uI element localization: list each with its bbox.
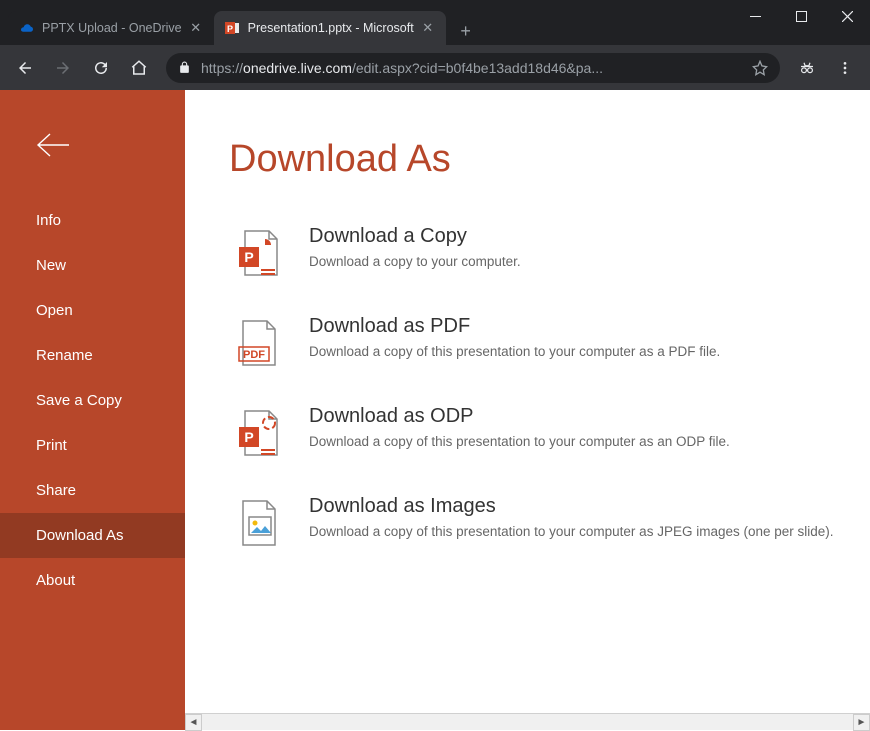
horizontal-scrollbar[interactable]: ◄ ► — [185, 713, 870, 730]
powerpoint-file-icon: P — [229, 225, 285, 281]
close-window-button[interactable] — [824, 0, 870, 32]
file-menu-sidebar: Info New Open Rename Save a Copy Print S… — [0, 90, 185, 730]
sidebar-item-rename[interactable]: Rename — [0, 333, 185, 378]
bookmark-star-icon[interactable] — [752, 60, 768, 76]
option-desc: Download a copy of this presentation to … — [309, 343, 720, 362]
image-file-icon — [229, 495, 285, 551]
incognito-icon[interactable] — [790, 51, 824, 85]
option-text: Download a Copy Download a copy to your … — [309, 225, 521, 272]
address-bar[interactable]: https://onedrive.live.com/edit.aspx?cid=… — [166, 53, 780, 83]
powerpoint-icon: P — [224, 20, 240, 36]
browser-toolbar: https://onedrive.live.com/edit.aspx?cid=… — [0, 45, 870, 90]
tab-title: Presentation1.pptx - Microsoft — [248, 21, 414, 35]
svg-text:P: P — [244, 249, 253, 265]
titlebar: PPTX Upload - OneDrive ✕ P Presentation1… — [0, 0, 870, 45]
option-title: Download a Copy — [309, 225, 521, 248]
option-title: Download as ODP — [309, 405, 730, 428]
option-title: Download as PDF — [309, 315, 720, 338]
back-arrow-button[interactable] — [0, 132, 185, 158]
option-download-pdf[interactable]: PDF Download as PDF Download a copy of t… — [229, 315, 840, 371]
option-desc: Download a copy of this presentation to … — [309, 523, 834, 542]
option-text: Download as ODP Download a copy of this … — [309, 405, 730, 452]
lock-icon — [178, 61, 191, 74]
option-download-images[interactable]: Download as Images Download a copy of th… — [229, 495, 840, 551]
sidebar-item-download-as[interactable]: Download As — [0, 513, 185, 558]
scroll-left-button[interactable]: ◄ — [185, 714, 202, 731]
minimize-button[interactable] — [732, 0, 778, 32]
page-content: Info New Open Rename Save a Copy Print S… — [0, 90, 870, 730]
page-title: Download As — [229, 138, 840, 181]
tab-title: PPTX Upload - OneDrive — [42, 21, 182, 35]
option-text: Download as Images Download a copy of th… — [309, 495, 834, 542]
onedrive-icon — [18, 20, 34, 36]
menu-button[interactable] — [828, 51, 862, 85]
scroll-right-button[interactable]: ► — [853, 714, 870, 731]
option-download-copy[interactable]: P Download a Copy Download a copy to you… — [229, 225, 840, 281]
browser-window: PPTX Upload - OneDrive ✕ P Presentation1… — [0, 0, 870, 730]
scroll-thumb[interactable] — [202, 714, 853, 730]
reload-button[interactable] — [84, 51, 118, 85]
forward-button[interactable] — [46, 51, 80, 85]
scroll-track[interactable] — [202, 714, 853, 730]
maximize-button[interactable] — [778, 0, 824, 32]
sidebar-item-about[interactable]: About — [0, 558, 185, 603]
pdf-file-icon: PDF — [229, 315, 285, 371]
close-icon[interactable]: ✕ — [188, 20, 204, 36]
tab-powerpoint[interactable]: P Presentation1.pptx - Microsoft ✕ — [214, 11, 446, 45]
sidebar-item-open[interactable]: Open — [0, 288, 185, 333]
sidebar-item-save-a-copy[interactable]: Save a Copy — [0, 378, 185, 423]
main-panel: Download As P Download a Copy Download a… — [185, 90, 870, 730]
option-title: Download as Images — [309, 495, 834, 518]
close-icon[interactable]: ✕ — [420, 20, 436, 36]
home-button[interactable] — [122, 51, 156, 85]
window-controls — [732, 0, 870, 32]
tab-strip: PPTX Upload - OneDrive ✕ P Presentation1… — [0, 0, 732, 45]
option-text: Download as PDF Download a copy of this … — [309, 315, 720, 362]
sidebar-item-info[interactable]: Info — [0, 198, 185, 243]
sidebar-item-new[interactable]: New — [0, 243, 185, 288]
back-button[interactable] — [8, 51, 42, 85]
new-tab-button[interactable]: + — [452, 17, 480, 45]
option-download-odp[interactable]: P Download as ODP Download a copy of thi… — [229, 405, 840, 461]
tab-onedrive[interactable]: PPTX Upload - OneDrive ✕ — [8, 11, 214, 45]
odp-file-icon: P — [229, 405, 285, 461]
sidebar-menu: Info New Open Rename Save a Copy Print S… — [0, 198, 185, 603]
svg-text:PDF: PDF — [243, 349, 265, 361]
sidebar-item-print[interactable]: Print — [0, 423, 185, 468]
option-desc: Download a copy to your computer. — [309, 253, 521, 272]
svg-text:P: P — [244, 429, 253, 445]
sidebar-item-share[interactable]: Share — [0, 468, 185, 513]
option-desc: Download a copy of this presentation to … — [309, 433, 730, 452]
url-text: https://onedrive.live.com/edit.aspx?cid=… — [201, 60, 603, 76]
svg-text:P: P — [227, 24, 233, 34]
